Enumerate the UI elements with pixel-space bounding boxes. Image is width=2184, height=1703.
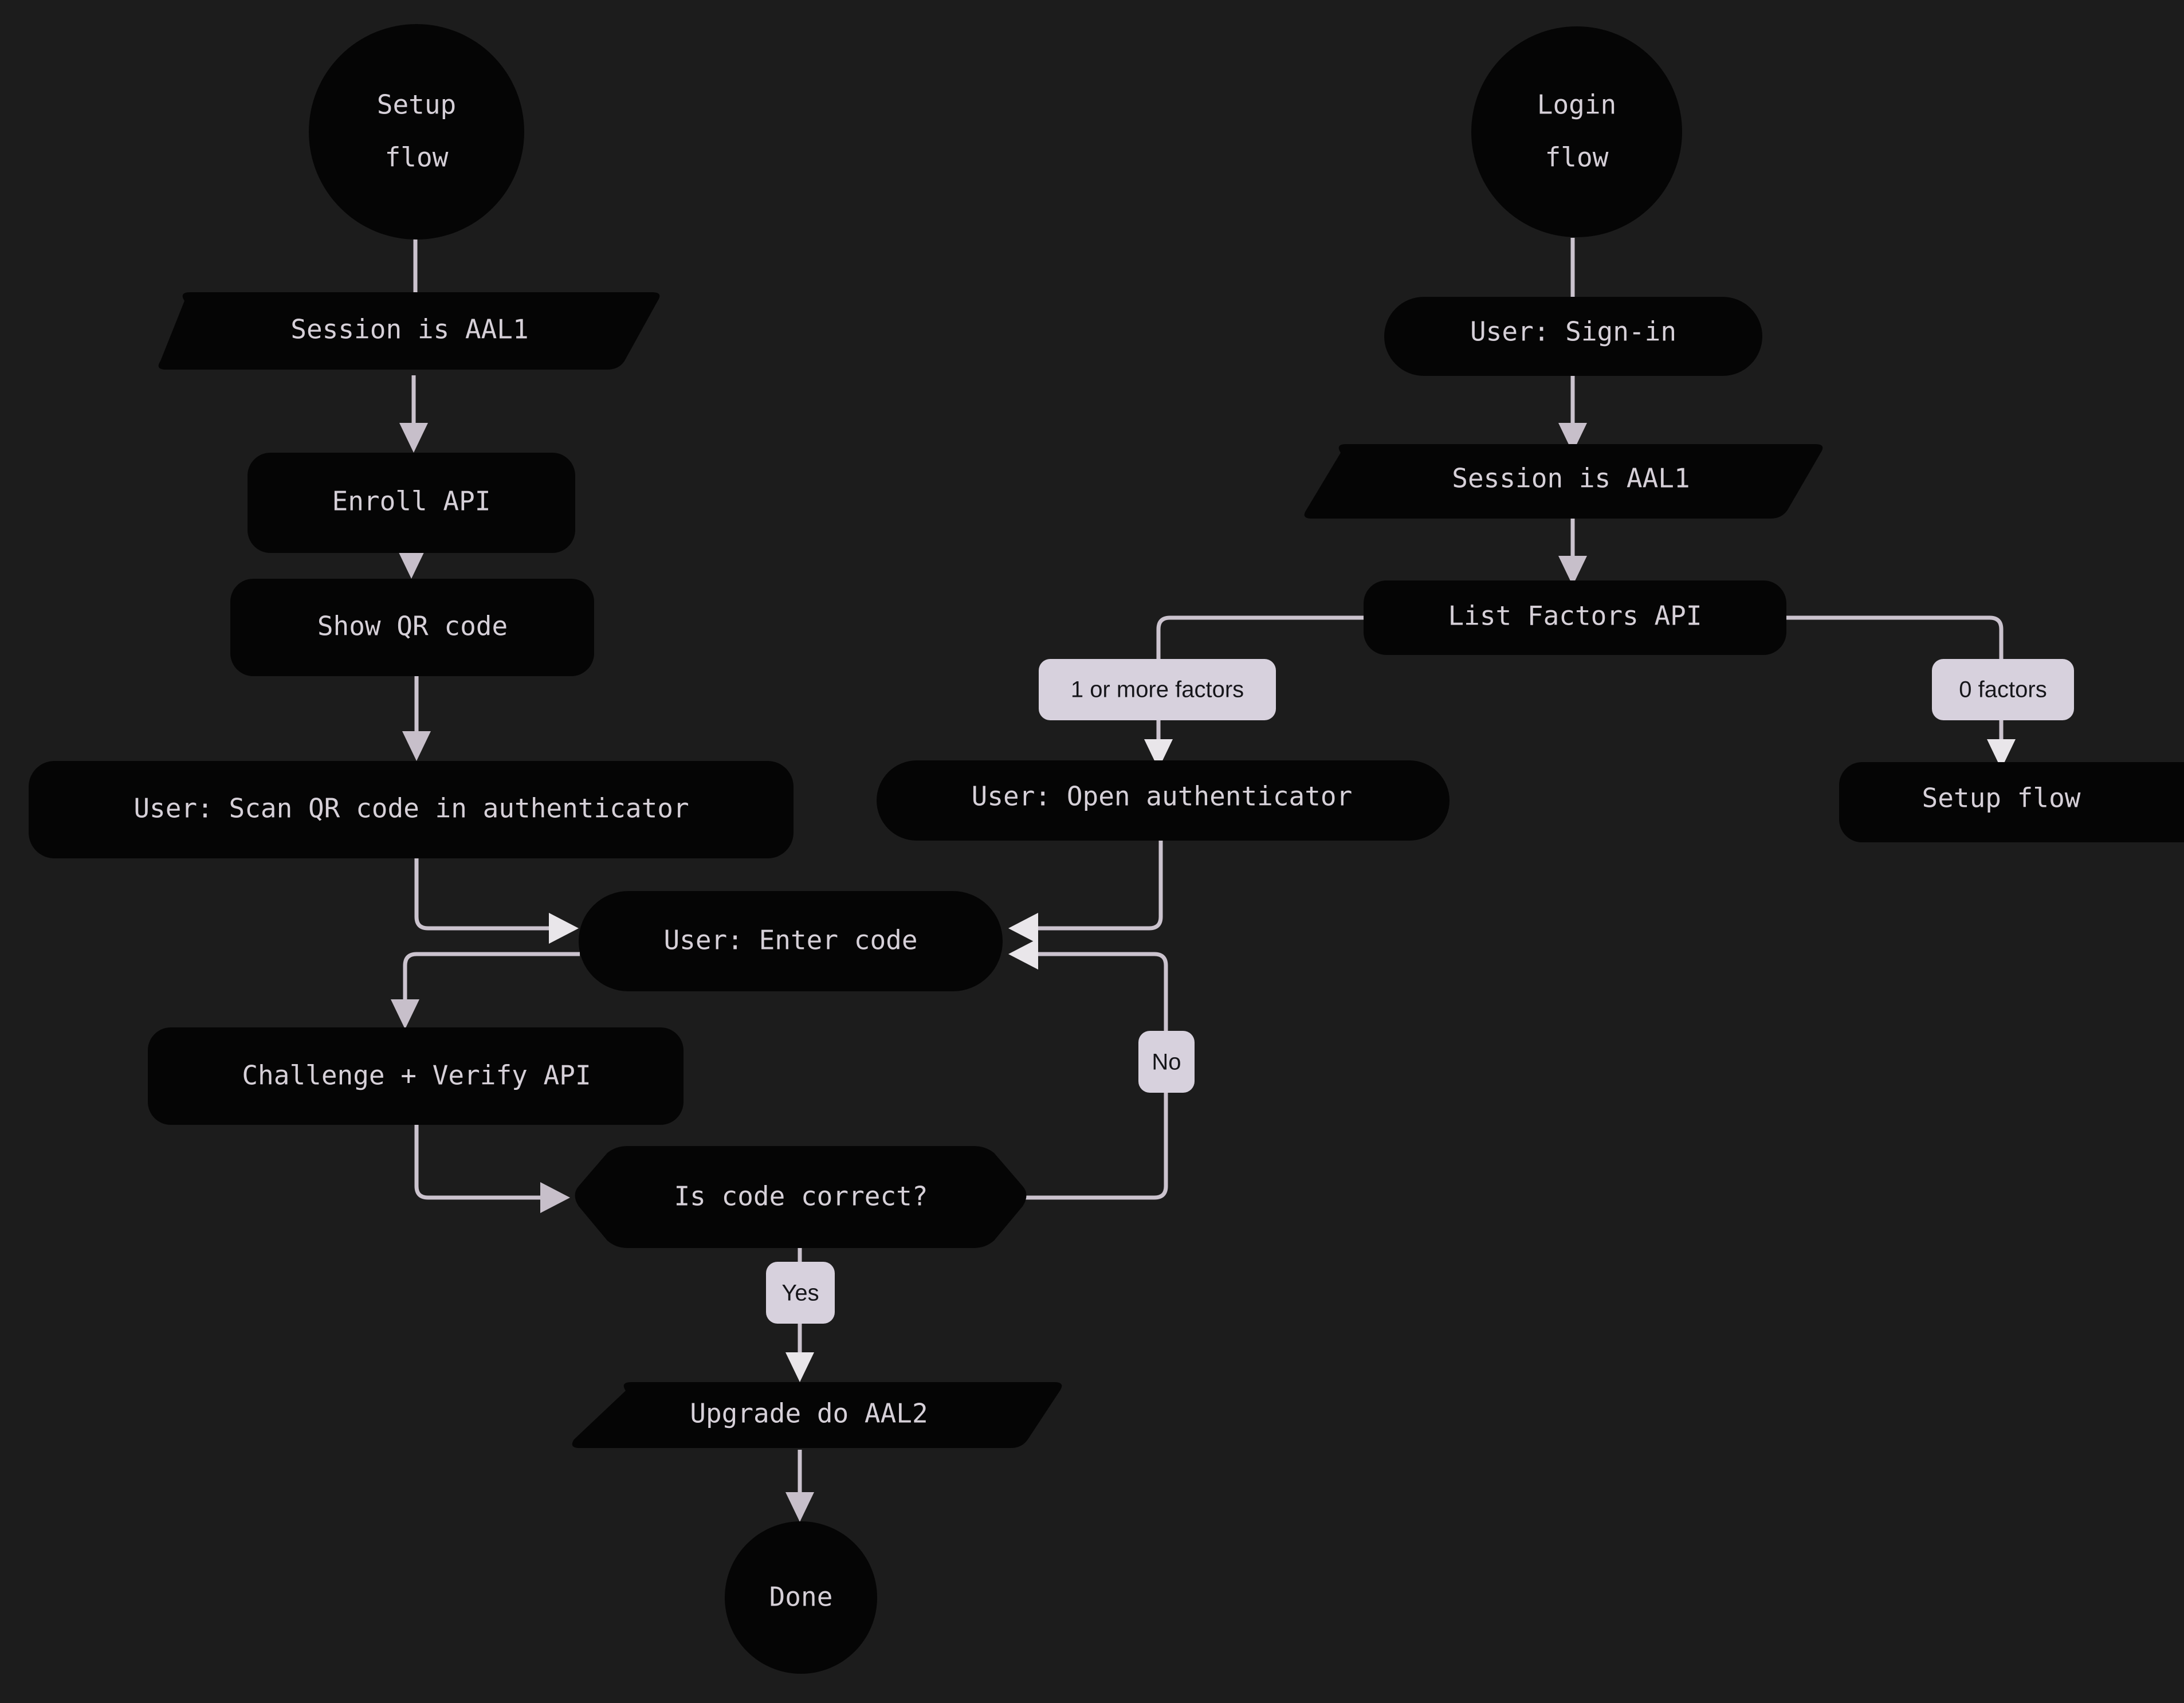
node-login-flow-start-line2: flow — [1545, 142, 1609, 173]
edge-enrollapi-to-showqr — [397, 549, 426, 579]
edge-entercode-to-challengeverify — [391, 952, 580, 1029]
edge-showqr-to-scanqr — [402, 668, 431, 761]
edges-layer — [391, 238, 2016, 1522]
node-session-aal1-right[interactable]: Session is AAL1 — [1304, 444, 1823, 519]
node-is-code-correct[interactable]: Is code correct? — [575, 1146, 1027, 1248]
node-scan-qr-code-label: User: Scan QR code in authenticator — [133, 793, 689, 824]
node-scan-qr-code[interactable]: User: Scan QR code in authenticator — [29, 761, 794, 858]
node-open-authenticator-label: User: Open authenticator — [972, 781, 1353, 812]
node-challenge-verify-api[interactable]: Challenge + Verify API — [148, 1027, 684, 1125]
node-user-sign-in[interactable]: User: Sign-in — [1384, 297, 1762, 376]
node-list-factors-api-label: List Factors API — [1448, 601, 1702, 631]
node-upgrade-aal2[interactable]: Upgrade do AAL2 — [572, 1382, 1062, 1448]
node-login-flow-start-line1: Login — [1537, 89, 1616, 120]
node-upgrade-aal2-label: Upgrade do AAL2 — [690, 1398, 928, 1429]
edge-label-zero-factors-text: 0 factors — [1959, 677, 2046, 703]
node-setup-flow-start[interactable]: Setup flow — [309, 24, 524, 240]
node-challenge-verify-api-label: Challenge + Verify API — [242, 1060, 591, 1091]
edge-label-one-or-more-factors: 1 or more factors — [1039, 659, 1276, 720]
edge-label-no-text: No — [1152, 1050, 1181, 1075]
edge-label-yes: Yes — [766, 1262, 835, 1324]
node-show-qr-code-label: Show QR code — [317, 611, 508, 642]
flowchart-canvas: Setup flow Session is AAL1 Enroll API Sh… — [0, 0, 2184, 1703]
node-session-aal1-right-label: Session is AAL1 — [1452, 463, 1690, 494]
node-enter-code[interactable]: User: Enter code — [579, 891, 1003, 991]
node-done[interactable]: Done — [725, 1521, 877, 1674]
node-session-aal1-left-label: Session is AAL1 — [290, 314, 528, 345]
node-enter-code-label: User: Enter code — [663, 925, 917, 956]
edge-label-no: No — [1138, 1031, 1195, 1093]
node-setup-flow-ref-label: Setup flow — [1922, 783, 2081, 814]
node-session-aal1-left[interactable]: Session is AAL1 — [158, 292, 660, 370]
edge-sessionaal1right-to-listfactors — [1558, 519, 1587, 586]
node-user-sign-in-label: User: Sign-in — [1470, 316, 1676, 347]
edge-label-one-or-more-factors-text: 1 or more factors — [1071, 677, 1244, 703]
node-list-factors-api[interactable]: List Factors API — [1364, 580, 1786, 655]
node-enroll-api-label: Enroll API — [332, 486, 491, 517]
node-show-qr-code[interactable]: Show QR code — [230, 579, 594, 676]
node-enroll-api[interactable]: Enroll API — [248, 453, 575, 553]
node-open-authenticator[interactable]: User: Open authenticator — [877, 760, 1450, 841]
node-setup-flow-ref[interactable]: Setup flow — [1839, 762, 2184, 842]
edge-upgradeaal2-to-done — [785, 1450, 814, 1522]
node-done-label: Done — [769, 1582, 833, 1612]
node-is-code-correct-label: Is code correct? — [674, 1181, 928, 1212]
nodes-layer: Setup flow Session is AAL1 Enroll API Sh… — [29, 24, 2184, 1674]
node-login-flow-start[interactable]: Login flow — [1471, 26, 1682, 237]
edge-sessionaal1-to-enrollapi — [399, 375, 428, 453]
edge-label-zero-factors: 0 factors — [1932, 659, 2074, 720]
node-setup-flow-start-line1: Setup — [377, 89, 456, 120]
node-setup-flow-start-line2: flow — [385, 142, 449, 173]
edge-signin-to-sessionaal1right — [1558, 375, 1587, 453]
edge-label-yes-text: Yes — [781, 1281, 819, 1306]
